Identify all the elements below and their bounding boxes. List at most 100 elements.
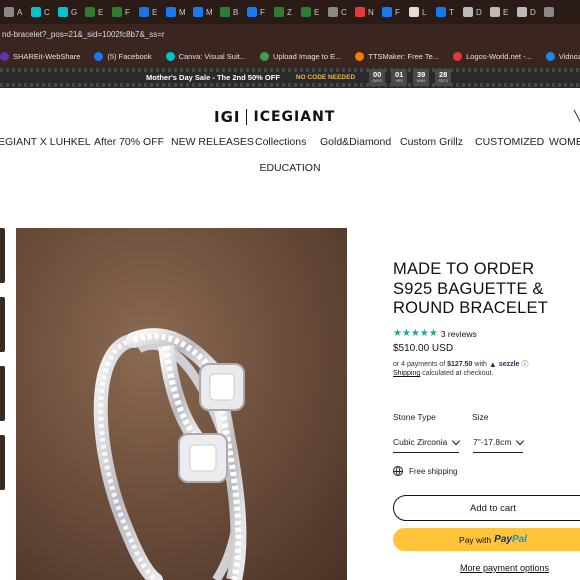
address-bar-url[interactable]: nd-bracelet?_pos=21&_sid=1002fc8b7&_ss=r [0, 30, 165, 39]
size-value: 7"-17.8cm [473, 437, 512, 447]
shipping-note-text: calculated at checkout. [422, 370, 494, 377]
stone-type-select[interactable]: Cubic Zirconia [393, 436, 461, 453]
info-icon[interactable]: ⓘ [521, 359, 528, 369]
nav-item-education[interactable]: EDUCATION [0, 162, 580, 174]
browser-tab[interactable]: E [297, 0, 324, 24]
bookmark-item[interactable]: Canva: Visual Suit... [165, 51, 246, 61]
browser-tab[interactable]: F [378, 0, 405, 24]
logo-divider [246, 109, 248, 125]
review-count[interactable]: 3 reviews [441, 329, 477, 339]
more-payment-options-link[interactable]: More payment options [460, 563, 549, 573]
browser-tab[interactable]: G [54, 0, 81, 24]
browser-tab[interactable]: E [81, 0, 108, 24]
site-logo[interactable]: IGI ICEGIANT [214, 108, 335, 126]
generic-tab-icon [517, 7, 527, 17]
nav-item-women[interactable]: WOMEN [549, 136, 580, 148]
countdown-seconds: 28 SECS [435, 69, 452, 86]
browser-tab[interactable]: D [513, 0, 540, 24]
nav-item-after-70-off[interactable]: After 70% OFF [94, 136, 164, 148]
browser-tab[interactable]: M [162, 0, 189, 24]
browser-tab[interactable]: F [108, 0, 135, 24]
browser-tab-label: E [503, 7, 509, 17]
browser-tab[interactable]: T [432, 0, 459, 24]
browser-tab[interactable]: C [27, 0, 54, 24]
bookmark-label: Logos-World.net -... [466, 51, 532, 61]
paypal-logo: PayPal [494, 534, 527, 545]
product-price: $510.00 USD [393, 343, 454, 354]
main-nav: EGIANT X LUHKEL After 70% OFF NEW RELEAS… [0, 136, 580, 151]
shareit-icon [0, 51, 9, 61]
sheet-icon [301, 7, 311, 17]
free-shipping-note: Free shipping [393, 466, 457, 476]
bookmark-item[interactable]: Upload Image to E... [259, 51, 342, 61]
browser-tab-label: M [206, 7, 213, 17]
generic-tab-icon [328, 7, 338, 17]
paypal-prefix: Pay with [459, 534, 492, 545]
paypal-button[interactable]: Pay with PayPal [393, 528, 580, 551]
image-upload-icon [259, 51, 269, 61]
bracelet-illustration [93, 328, 247, 580]
bookmark-item[interactable]: Vidnoz AI - My Cre... [545, 51, 580, 61]
logo-mark: IGI [214, 108, 241, 126]
add-to-cart-button[interactable]: Add to cart [393, 495, 580, 521]
product-thumbnail-1[interactable] [0, 228, 5, 283]
generic-tab-icon [544, 7, 554, 17]
browser-tab[interactable]: F [243, 0, 270, 24]
browser-tab[interactable]: D [459, 0, 486, 24]
facebook-icon [436, 7, 446, 17]
shipping-link[interactable]: Shipping [393, 370, 420, 377]
free-shipping-text: Free shipping [409, 466, 458, 476]
generic-tab-icon [463, 7, 473, 17]
browser-tab-label: B [233, 7, 239, 17]
bookmark-item[interactable]: SHAREit-WebShare [0, 51, 80, 61]
bookmark-item[interactable]: (5) Facebook [94, 51, 152, 61]
generic-tab-icon [4, 7, 14, 17]
product-thumbnail-2[interactable] [0, 297, 5, 352]
product-main-image[interactable] [16, 228, 347, 580]
browser-tab[interactable]: C [324, 0, 351, 24]
product-thumbnail-3[interactable] [0, 366, 5, 421]
browser-tab[interactable]: E [486, 0, 513, 24]
nav-item-customized[interactable]: CUSTOMIZED [475, 136, 544, 148]
product-rating[interactable]: ★★★★★ 3 reviews [393, 328, 477, 339]
installment-amount: $127.50 [447, 360, 473, 368]
generic-tab-icon [409, 7, 419, 17]
logo-wordmark: ICEGIANT [253, 109, 336, 125]
browser-tab[interactable]: B [216, 0, 243, 24]
promo-text: Mother's Day Sale - The 2nd 50% OFF [146, 73, 280, 82]
nav-item-collections[interactable]: Collections [255, 136, 306, 148]
browser-tab[interactable]: A [0, 0, 27, 24]
browser-tab[interactable]: Z [270, 0, 297, 24]
countdown-hours: 01 HRS [391, 69, 408, 86]
doc-icon [139, 7, 149, 17]
size-select[interactable]: 7"-17.8cm [473, 436, 525, 453]
browser-tab[interactable]: L [405, 0, 432, 24]
browser-tab-label: D [476, 7, 482, 17]
bookmark-item[interactable]: TTSMaker: Free Te... [355, 51, 439, 61]
sezzle-logo-icon: ▲ [488, 359, 497, 369]
nav-item-custom-grillz[interactable]: Custom Grillz [400, 136, 463, 148]
browser-tab-label: D [530, 7, 536, 17]
promo-content: Mother's Day Sale - The 2nd 50% OFF NO C… [0, 67, 580, 88]
bookmark-item[interactable]: Logos-World.net -... [453, 51, 532, 61]
chevron-down-icon [516, 436, 525, 445]
browser-tab-label: T [449, 7, 454, 17]
browser-tab-label: C [341, 7, 347, 17]
account-icon[interactable]: ╲ [574, 110, 580, 123]
bookmark-label: Upload Image to E... [272, 51, 342, 61]
nav-item-new-releases[interactable]: NEW RELEASES [171, 136, 254, 148]
bookmark-label: Canva: Visual Suit... [178, 51, 246, 61]
browser-tab[interactable]: N [351, 0, 378, 24]
browser-tab[interactable] [540, 0, 567, 24]
browser-tab[interactable]: M [189, 0, 216, 24]
nav-item-icegiant-x-luhkel[interactable]: EGIANT X LUHKEL [0, 136, 91, 148]
canva-icon [165, 51, 175, 61]
nav-item-gold-diamond[interactable]: Gold&Diamond [320, 136, 391, 148]
promo-bar: Mother's Day Sale - The 2nd 50% OFF NO C… [0, 67, 580, 88]
address-bar[interactable]: nd-bracelet?_pos=21&_sid=1002fc8b7&_ss=r [0, 24, 580, 45]
product-thumbnail-4[interactable] [0, 435, 5, 490]
countdown-timer: 00 DAYS 01 HRS 39 MINS 28 SECS [369, 69, 452, 86]
installments-with: with [474, 360, 487, 368]
browser-tab[interactable]: E [135, 0, 162, 24]
facebook-icon [382, 7, 392, 17]
